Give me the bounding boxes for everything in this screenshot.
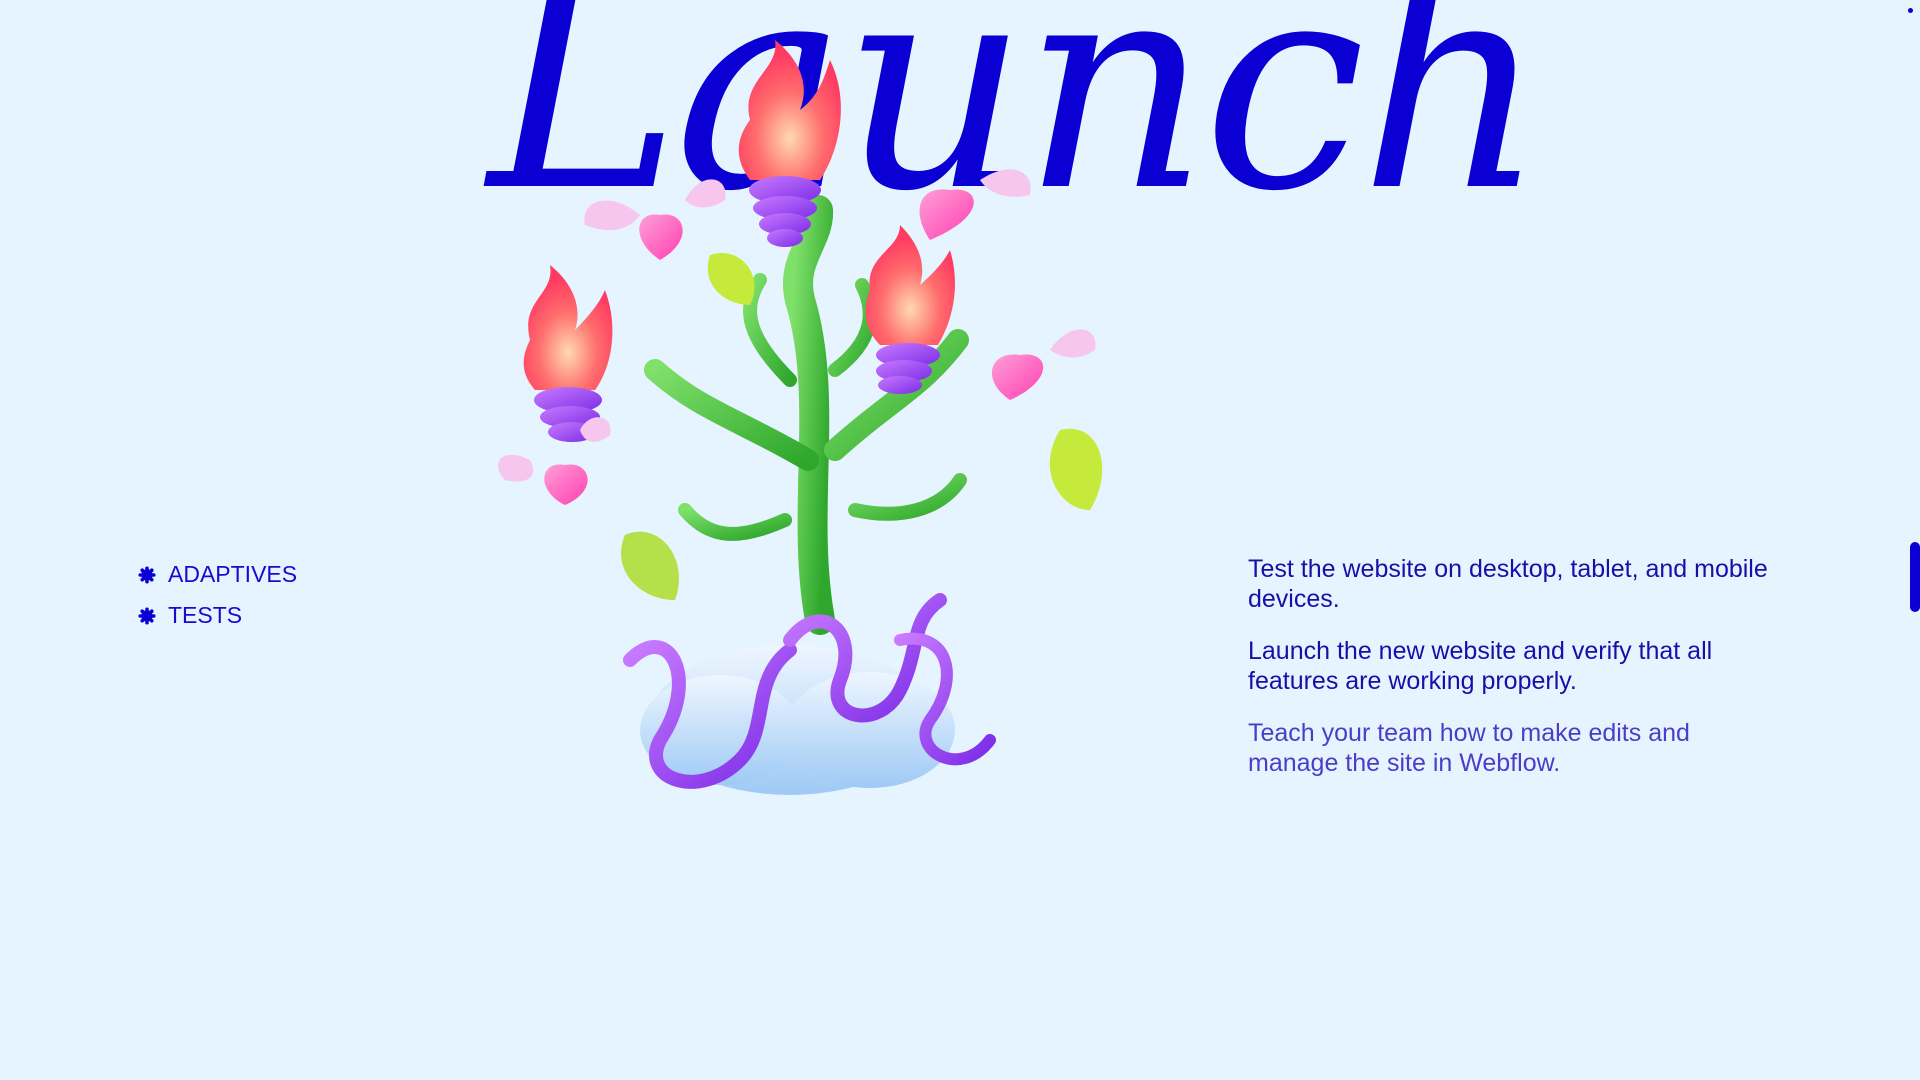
asterisk-bullet-icon <box>138 606 156 625</box>
page: Launch ADAPTIVES TESTS Test the website … <box>0 0 1920 1080</box>
scroll-indicator-dot <box>1908 8 1913 13</box>
list-item: TESTS <box>138 595 297 636</box>
winged-heart-3 <box>991 329 1096 400</box>
scrollbar-thumb[interactable] <box>1910 542 1920 612</box>
list-item: ADAPTIVES <box>138 554 297 595</box>
asterisk-bullet-icon <box>138 565 156 584</box>
description-paragraph: Launch the new website and verify that a… <box>1248 637 1713 695</box>
plant-illustration <box>498 40 1103 795</box>
list-item-label: ADAPTIVES <box>168 561 298 587</box>
feature-list: ADAPTIVES TESTS <box>138 554 297 636</box>
torch-left <box>523 265 613 442</box>
description-block: Test the website on desktop, tablet, and… <box>1248 554 1768 800</box>
description-paragraph: Teach your team how to make edits and ma… <box>1248 719 1690 777</box>
list-item-label: TESTS <box>168 602 243 628</box>
winged-heart-1 <box>584 179 726 260</box>
winged-heart-2 <box>919 169 1031 240</box>
description-paragraph: Test the website on desktop, tablet, and… <box>1248 555 1768 613</box>
